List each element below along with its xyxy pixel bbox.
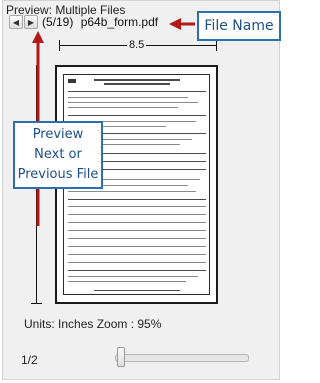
units-zoom-status: Units: Inches Zoom : 95%: [24, 317, 162, 331]
page-count: 1/2: [21, 353, 38, 367]
preview-panel: Preview: Multiple Files ◀ ▶ (5/19) p64b_…: [2, 0, 281, 380]
page-slider-thumb[interactable]: [117, 347, 125, 367]
file-name-arrow: [169, 18, 195, 30]
page-slider-track[interactable]: [115, 354, 249, 362]
preview-arrow: [32, 31, 44, 121]
